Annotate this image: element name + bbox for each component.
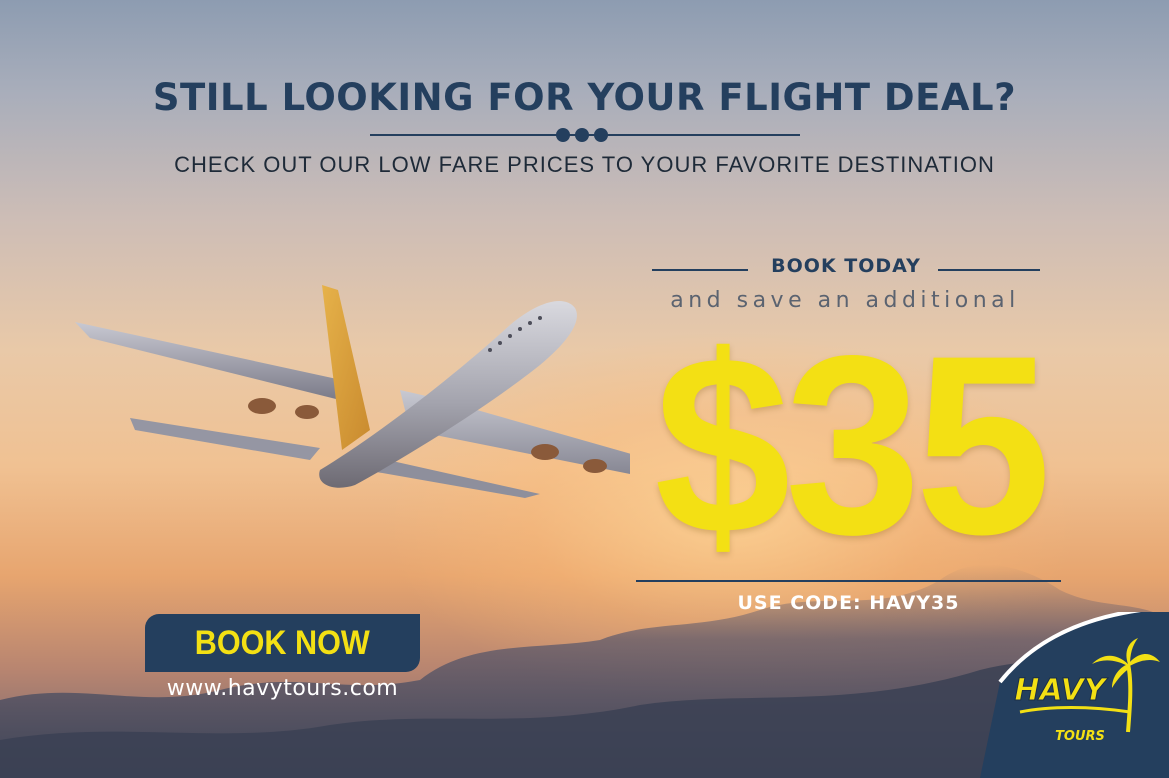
logo-brand: HAVY bbox=[1014, 673, 1109, 708]
subheadline: CHECK OUT OUR LOW FARE PRICES TO YOUR FA… bbox=[174, 152, 995, 177]
airplane-image bbox=[75, 285, 630, 498]
promo-code: USE CODE: HAVY35 bbox=[737, 592, 960, 614]
price-divider bbox=[636, 580, 1061, 582]
discount-price: $35 bbox=[654, 303, 1051, 588]
divider-dots bbox=[370, 128, 800, 142]
book-now-label: BOOK NOW bbox=[194, 623, 371, 662]
book-today-heading: BOOK TODAY bbox=[652, 255, 1040, 285]
headline: STILL LOOKING FOR YOUR FLIGHT DEAL? bbox=[152, 76, 1017, 119]
flight-deal-banner: STILL LOOKING FOR YOUR FLIGHT DEAL? CHEC… bbox=[0, 0, 1169, 778]
book-now-button[interactable]: BOOK NOW bbox=[145, 614, 420, 672]
logo-tagline: TOURS bbox=[1055, 729, 1105, 744]
website-link[interactable]: www.havytours.com bbox=[130, 676, 435, 701]
havy-tours-logo: HAVY TOURS bbox=[980, 612, 1169, 778]
book-today-label: BOOK TODAY bbox=[771, 255, 921, 277]
